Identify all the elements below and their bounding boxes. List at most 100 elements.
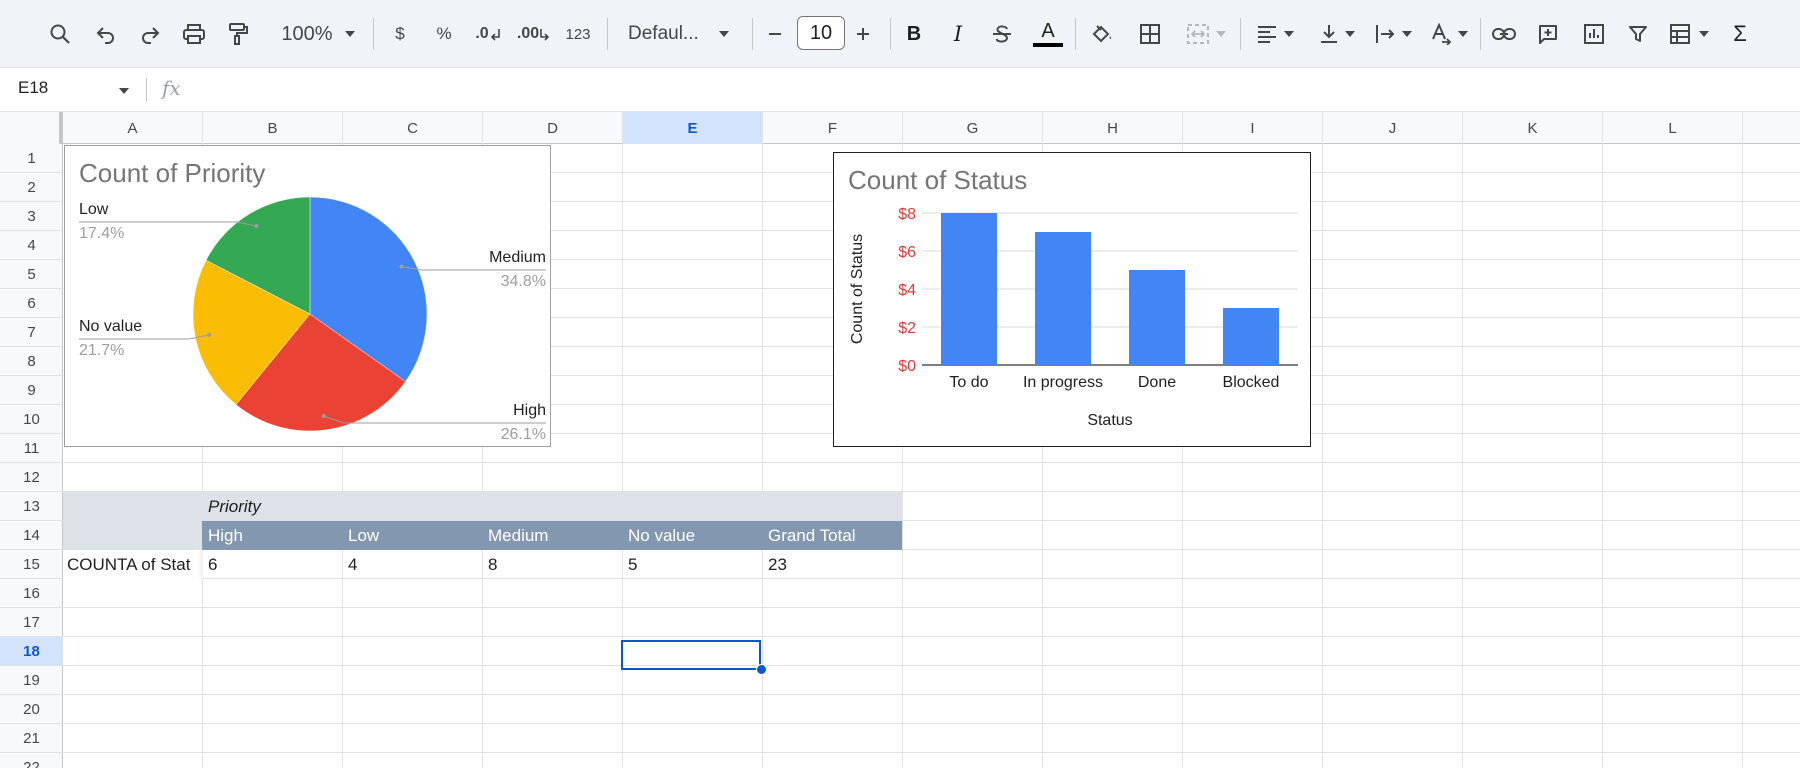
row-header-12[interactable]: 12 [0, 463, 63, 492]
bar-done[interactable] [1129, 270, 1185, 365]
y-axis-label: Count of Status [849, 234, 866, 344]
row-header-18[interactable]: 18 [0, 637, 63, 666]
column-header-e[interactable]: E [623, 112, 763, 144]
status-bar-chart[interactable]: Count of Status $0 $2 $4 $6 $8 To do In progre… [833, 152, 1311, 447]
pivot-value-medium[interactable]: 8 [482, 550, 622, 579]
row-header-2[interactable]: 2 [0, 173, 63, 202]
pivot-value-no-value[interactable]: 5 [622, 550, 762, 579]
arrow-right-icon [540, 29, 550, 41]
increase-decimals-button[interactable]: .00 [514, 14, 554, 54]
strikethrough-button[interactable] [984, 14, 1020, 54]
column-header-l[interactable]: L [1603, 112, 1743, 144]
row-header-1[interactable]: 1 [0, 144, 63, 173]
slice-label: Low [79, 201, 109, 218]
bar-in-progress[interactable] [1035, 232, 1091, 365]
more-formats-button[interactable]: 123 [560, 14, 596, 54]
column-header-d[interactable]: D [483, 112, 623, 144]
merge-cells-button[interactable] [1178, 14, 1234, 54]
format-currency-button[interactable]: $ [382, 14, 418, 54]
name-box[interactable]: E18 [18, 78, 48, 98]
column-header-g[interactable]: G [903, 112, 1043, 144]
select-all-corner[interactable] [0, 112, 63, 144]
create-filter-button[interactable] [1620, 14, 1656, 54]
priority-pie-chart[interactable]: Count of Priority Medium 34.8% High 26.1% No… [64, 145, 551, 447]
column-header-a[interactable]: A [63, 112, 203, 144]
text-wrapping-button[interactable] [1368, 14, 1418, 54]
functions-button[interactable]: Σ [1722, 14, 1758, 54]
redo-button[interactable] [132, 14, 168, 54]
column-header-f[interactable]: F [763, 112, 903, 144]
plus-icon [857, 28, 869, 40]
pivot-value-grand-total[interactable]: 23 [762, 550, 902, 579]
bold-button[interactable]: B [896, 14, 932, 54]
row-header-15[interactable]: 15 [0, 550, 63, 579]
row-header-16[interactable]: 16 [0, 579, 63, 608]
decrease-decimals-button[interactable]: .0 [470, 14, 506, 54]
text-rotation-button[interactable] [1424, 14, 1474, 54]
zoom-select[interactable]: 100% [268, 14, 368, 54]
column-header-j[interactable]: J [1323, 112, 1463, 144]
toolbar-divider [1075, 18, 1076, 50]
paint-format-button[interactable] [220, 14, 256, 54]
sigma-icon: Σ [1733, 21, 1747, 46]
borders-button[interactable] [1132, 14, 1168, 54]
chevron-down-icon [344, 31, 355, 37]
row-header-13[interactable]: 13 [0, 492, 63, 521]
row-header-6[interactable]: 6 [0, 289, 63, 318]
formula-input[interactable] [196, 74, 1786, 106]
font-family-select[interactable]: Defaul... [616, 14, 736, 54]
row-header-7[interactable]: 7 [0, 318, 63, 347]
row-header-4[interactable]: 4 [0, 231, 63, 260]
table-view-button[interactable] [1664, 14, 1714, 54]
gridline [63, 665, 1800, 666]
pivot-value-low[interactable]: 4 [342, 550, 482, 579]
column-header-c[interactable]: C [343, 112, 483, 144]
row-header-5[interactable]: 5 [0, 260, 63, 289]
column-header-k[interactable]: K [1463, 112, 1603, 144]
print-button[interactable] [176, 14, 212, 54]
pivot-row-label: COUNTA of Stat [63, 550, 203, 579]
pivot-value-high[interactable]: 6 [202, 550, 342, 579]
format-percent-button[interactable]: % [426, 14, 462, 54]
insert-comment-button[interactable] [1530, 14, 1566, 54]
row-header-10[interactable]: 10 [0, 405, 63, 434]
column-header-b[interactable]: B [203, 112, 343, 144]
fill-handle[interactable] [756, 664, 767, 675]
horizontal-align-button[interactable] [1250, 14, 1300, 54]
column-header-i[interactable]: I [1183, 112, 1323, 144]
row-header-17[interactable]: 17 [0, 608, 63, 637]
font-size-input[interactable]: 10 [797, 16, 845, 50]
row-header-11[interactable]: 11 [0, 434, 63, 463]
pivot-header-no-value: No value [622, 521, 762, 550]
bar-to-do[interactable] [941, 213, 997, 365]
active-cell-selection[interactable] [621, 640, 761, 670]
row-header-14[interactable]: 14 [0, 521, 63, 550]
vertical-align-button[interactable] [1312, 14, 1362, 54]
row-header-20[interactable]: 20 [0, 695, 63, 724]
pivot-header-medium: Medium [482, 521, 622, 550]
row-header-3[interactable]: 3 [0, 202, 63, 231]
row-header-21[interactable]: 21 [0, 724, 63, 753]
row-header-9[interactable]: 9 [0, 376, 63, 405]
pivot-corner-cell [63, 521, 202, 550]
text-color-button[interactable]: A [1030, 14, 1066, 54]
fill-color-button[interactable] [1084, 14, 1120, 54]
undo-button[interactable] [88, 14, 124, 54]
text-wrap-icon [1376, 25, 1395, 43]
insert-link-button[interactable] [1486, 14, 1522, 54]
chevron-down-icon[interactable] [119, 88, 129, 94]
search-menus-button[interactable] [42, 14, 78, 54]
row-header-19[interactable]: 19 [0, 666, 63, 695]
row-header-22[interactable]: 22 [0, 753, 63, 768]
bar-blocked[interactable] [1223, 308, 1279, 365]
italic-button[interactable]: I [940, 14, 976, 54]
insert-chart-button[interactable] [1576, 14, 1612, 54]
cell-grid[interactable]: Priority High Low Medium No value Grand … [63, 144, 1800, 768]
chart-icon [1584, 24, 1604, 44]
column-header-h[interactable]: H [1043, 112, 1183, 144]
slice-percent: 17.4% [79, 225, 124, 242]
fx-icon: fx [162, 76, 181, 100]
row-header-8[interactable]: 8 [0, 347, 63, 376]
increase-font-size-button[interactable] [846, 14, 880, 54]
decrease-font-size-button[interactable] [758, 14, 792, 54]
